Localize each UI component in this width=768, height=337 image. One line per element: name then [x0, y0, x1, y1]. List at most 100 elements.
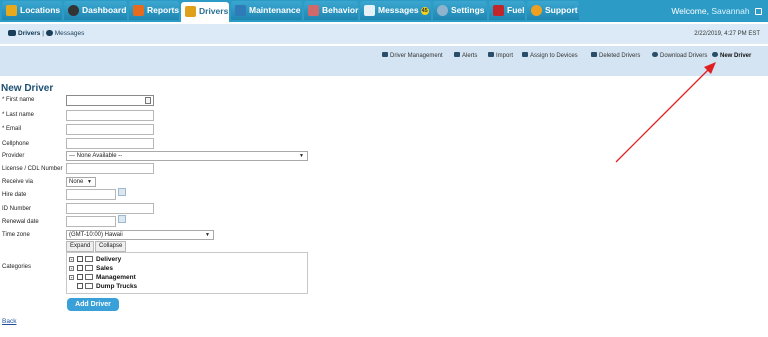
action-toolbar: Driver Management Alerts Import Assign t… [0, 46, 768, 76]
gear-icon [437, 5, 448, 16]
tree-item-sales[interactable]: + Sales [69, 265, 113, 272]
receive-via-select[interactable]: None ▼ [66, 177, 96, 187]
chevron-down-icon: ▼ [87, 179, 92, 185]
folder-icon [85, 274, 93, 280]
collapse-button[interactable]: Collapse [95, 241, 127, 252]
tab-drivers[interactable]: Drivers [181, 2, 229, 22]
tree-item-management[interactable]: + Management [69, 274, 136, 281]
category-checkbox[interactable] [77, 265, 83, 271]
provider-select[interactable]: --- None Available -- ▼ [66, 151, 308, 161]
separator: | [40, 30, 46, 37]
email-label: * Email [2, 126, 22, 132]
tool-label: Import [496, 53, 514, 59]
tree-item-dump-trucks[interactable]: Dump Trucks [77, 283, 137, 290]
download-drivers-button[interactable]: Download Drivers [652, 52, 707, 59]
time-zone-value: (GMT-10:00) Hawaii [69, 232, 123, 238]
assign-to-devices-button[interactable]: Assign to Devices [522, 52, 578, 59]
back-link[interactable]: Back [2, 318, 16, 325]
deleted-drivers-button[interactable]: Deleted Drivers [591, 52, 640, 59]
chat-icon [45, 30, 53, 36]
tool-label: Deleted Drivers [599, 53, 641, 59]
category-label: Delivery [96, 256, 122, 263]
people-icon [382, 52, 388, 57]
fuel-icon [493, 5, 504, 16]
category-checkbox[interactable] [77, 274, 83, 280]
tab-fuel[interactable]: Fuel [489, 1, 525, 20]
tree-item-delivery[interactable]: + Delivery [69, 256, 121, 263]
tool-label: Download Drivers [660, 53, 708, 59]
chevron-down-icon: ▼ [205, 232, 210, 238]
flag-icon [454, 52, 460, 57]
tab-support[interactable]: Support [527, 1, 579, 20]
hire-date-input[interactable] [66, 189, 116, 200]
alerts-button[interactable]: Alerts [454, 52, 477, 59]
tool-label: Driver Management [390, 53, 443, 59]
tab-locations[interactable]: Locations [2, 1, 62, 20]
expand-icon[interactable]: + [69, 275, 74, 280]
expand-button[interactable]: Expand [66, 241, 95, 252]
tab-reports[interactable]: Reports [129, 1, 179, 20]
arrow-shaft [615, 65, 713, 163]
tab-label: Maintenance [249, 5, 301, 15]
top-navigation: Locations Dashboard Reports Drivers Main… [0, 0, 768, 22]
category-label: Management [96, 274, 136, 281]
tab-label: Drivers [199, 6, 229, 16]
page-title: New Driver [1, 83, 54, 94]
upload-icon [488, 52, 494, 57]
tool-label: Alerts [462, 53, 478, 59]
logout-icon[interactable] [755, 8, 762, 15]
messages-link[interactable]: Messages [55, 30, 85, 37]
tab-label: Support [545, 5, 578, 15]
new-driver-button[interactable]: New Driver [712, 52, 751, 59]
folder-icon [85, 283, 93, 289]
category-checkbox[interactable] [77, 283, 83, 289]
folder-icon [85, 256, 93, 262]
plus-circle-icon [712, 52, 718, 57]
user-name-link[interactable]: Savannah [711, 6, 749, 16]
tab-messages[interactable]: Messages 45 [360, 1, 431, 20]
tab-dashboard[interactable]: Dashboard [64, 1, 127, 20]
autofill-icon[interactable] [145, 97, 151, 104]
license-input[interactable] [66, 163, 154, 174]
add-driver-button[interactable]: Add Driver [67, 298, 119, 311]
calendar-icon[interactable] [118, 215, 126, 223]
tab-behavior[interactable]: Behavior [304, 1, 358, 20]
last-name-input[interactable] [66, 110, 154, 121]
driver-management-button[interactable]: Driver Management [382, 52, 443, 59]
cellphone-label: Cellphone [2, 141, 30, 147]
breadcrumb: Drivers | Messages [8, 24, 84, 44]
category-checkbox[interactable] [77, 256, 83, 262]
tab-settings[interactable]: Settings [433, 1, 487, 20]
renewal-date-input[interactable] [66, 216, 116, 227]
driver-icon [185, 6, 196, 17]
cellphone-input[interactable] [66, 138, 154, 149]
wrench-icon [235, 5, 246, 16]
behavior-icon [308, 5, 319, 16]
id-number-input[interactable] [66, 203, 154, 214]
drivers-link[interactable]: Drivers [18, 30, 40, 37]
support-icon [531, 5, 542, 16]
first-name-input[interactable] [66, 95, 154, 106]
download-icon [652, 52, 658, 57]
gauge-icon [68, 5, 79, 16]
welcome-prefix: Welcome, [671, 6, 709, 16]
calendar-icon[interactable] [118, 188, 126, 196]
import-button[interactable]: Import [488, 52, 513, 59]
tool-label: Assign to Devices [530, 53, 578, 59]
tab-label: Messages [378, 5, 419, 15]
tab-maintenance[interactable]: Maintenance [231, 1, 302, 20]
renewal-date-label: Renewal date [2, 219, 39, 225]
receive-via-label: Receive via [2, 179, 34, 185]
expand-icon[interactable]: + [69, 266, 74, 271]
swap-icon [522, 52, 528, 57]
category-label: Sales [96, 265, 113, 272]
email-input[interactable] [66, 124, 154, 135]
folder-icon [85, 265, 93, 271]
receive-via-value: None [69, 179, 84, 185]
tool-label: New Driver [720, 53, 752, 59]
tab-label: Behavior [322, 5, 359, 15]
user-minus-icon [591, 52, 597, 57]
expand-icon[interactable]: + [69, 257, 74, 262]
time-zone-select[interactable]: (GMT-10:00) Hawaii ▼ [66, 230, 214, 240]
report-icon [133, 5, 144, 16]
